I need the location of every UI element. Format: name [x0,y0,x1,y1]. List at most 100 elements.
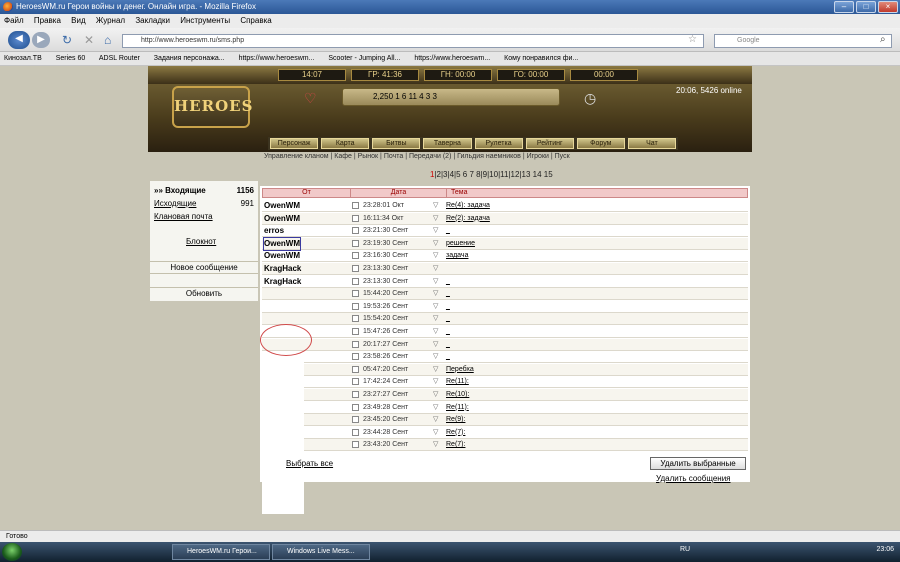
url-input[interactable]: http://www.heroeswm.ru/sms.php [122,34,704,48]
message-subject[interactable]: _ [446,288,450,300]
menu-edit[interactable]: Правка [34,16,61,25]
row-checkbox[interactable] [352,328,359,335]
row-checkbox[interactable] [352,202,359,209]
task-messenger[interactable]: Windows Live Mess... [272,544,370,560]
stop-icon[interactable]: ✕ [84,33,94,47]
language-indicator[interactable]: RU [680,546,690,553]
task-firefox[interactable]: HeroesWM.ru Герои... [172,544,270,560]
row-checkbox[interactable] [352,252,359,260]
row-checkbox[interactable] [352,428,359,436]
nav-chat[interactable]: Чат [627,138,676,149]
row-checkbox[interactable] [352,265,359,272]
reload-icon[interactable]: ↻ [62,33,72,47]
bookmark-item[interactable]: Кому понравился фи... [504,55,578,62]
bookmark-item[interactable]: https://www.heroeswm... [414,55,490,62]
nav-character[interactable]: Персонаж [270,138,319,149]
clock-icon[interactable]: ◷ [584,90,596,107]
nav-battles[interactable]: Битвы [372,138,421,149]
message-subject[interactable]: Re(7): [446,427,465,439]
message-subject[interactable]: Re(11): [446,376,469,388]
new-message-button[interactable]: Новое сообщение [150,261,258,273]
message-subject[interactable]: _ [446,326,450,338]
nav-tavern[interactable]: Таверна [423,138,472,149]
message-subject[interactable]: _ [446,225,450,237]
sender[interactable]: erros [264,225,284,237]
close-button[interactable]: × [878,1,898,13]
menu-view[interactable]: Вид [71,16,85,25]
inbox-label[interactable]: »» Входящие [154,186,206,195]
sub-links[interactable]: Управление кланом | Кафе | Рынок | Почта… [264,153,684,163]
message-subject[interactable]: задача [446,250,468,262]
maximize-button[interactable]: □ [856,1,876,13]
sender[interactable]: OwenWM [264,213,300,225]
nav-roulette[interactable]: Рулетка [474,138,523,149]
row-checkbox[interactable] [352,315,359,323]
row-checkbox[interactable] [352,340,359,348]
message-subject[interactable]: _ [446,276,450,288]
sender[interactable]: KragHack [264,276,301,288]
message-subject[interactable]: Re(2): задача [446,213,490,225]
row-checkbox[interactable] [352,403,359,411]
menu-tools[interactable]: Инструменты [180,16,230,25]
row-checkbox[interactable] [352,416,359,424]
row-checkbox[interactable] [352,353,359,361]
bookmark-star-icon[interactable]: ☆ [688,34,697,45]
menu-history[interactable]: Журнал [96,16,125,25]
message-subject[interactable]: _ [446,313,450,325]
row-checkbox[interactable] [352,378,359,386]
sender[interactable]: OwenWM [264,250,300,262]
bookmark-item[interactable]: ADSL Router [99,55,140,62]
folder-clan-mail[interactable]: Клановая почта [154,211,258,223]
menu-file[interactable]: Файл [4,16,24,25]
message-subject[interactable]: Re(4): задача [446,200,490,212]
row-checkbox[interactable] [352,365,359,373]
folder-outbox[interactable]: Исходящие 991 [154,198,258,210]
row-checkbox[interactable] [352,277,359,285]
bookmark-item[interactable]: Series 60 [56,55,86,62]
nav-rating[interactable]: Рейтинг [525,138,574,149]
delete-messages-link[interactable]: Удалить сообщения [656,474,731,483]
row-checkbox[interactable] [352,290,359,298]
sender[interactable]: OwenWM [264,200,300,212]
message-subject[interactable]: решение [446,238,475,250]
bookmark-item[interactable]: https://www.heroeswm... [239,55,315,62]
delete-selected-button[interactable]: Удалить выбранные [650,457,746,470]
bookmark-item[interactable]: Scooter - Jumping All... [328,55,400,62]
nav-forum[interactable]: Форум [576,138,625,149]
search-input[interactable]: Google [714,34,892,48]
sender[interactable]: OwenWM [263,236,301,251]
row-checkbox[interactable] [352,239,359,247]
menu-bookmarks[interactable]: Закладки [135,16,170,25]
message-subject[interactable]: _ [446,351,450,363]
page-links[interactable]: |2|3|4|5 6 7 8|9|10|11|12|13 14 15 [434,170,552,179]
search-icon[interactable]: ⌕ [880,34,886,45]
row-checkbox[interactable] [352,441,359,449]
start-button[interactable] [2,543,22,561]
game-logo[interactable]: HEROES [172,86,252,128]
bookmark-item[interactable]: Задания персонажа... [154,55,225,62]
message-subject[interactable]: Re(9): [446,414,465,426]
pagination[interactable]: 1|2|3|4|5 6 7 8|9|10|11|12|13 14 15 [430,170,553,179]
message-subject[interactable]: Re(7): [446,439,465,451]
message-subject[interactable]: Перебха [446,364,474,376]
home-icon[interactable]: ⌂ [104,33,111,47]
message-subject[interactable]: Re(10): [446,389,469,401]
row-checkbox[interactable] [352,227,359,235]
folder-inbox[interactable]: »» Входящие 1156 [154,185,258,197]
sender[interactable]: KragHack [264,263,301,275]
minimize-button[interactable]: – [834,1,854,13]
select-all-link[interactable]: Выбрать все [286,459,333,468]
nav-map[interactable]: Карта [321,138,370,149]
outbox-label[interactable]: Исходящие [154,199,196,208]
message-subject[interactable]: Re(11): [446,402,469,414]
row-checkbox[interactable] [352,302,359,310]
refresh-button[interactable]: Обновить [150,287,258,299]
heart-icon[interactable]: ♡ [304,90,317,107]
menu-help[interactable]: Справка [240,16,271,25]
message-subject[interactable]: _ [446,301,450,313]
back-icon[interactable]: ◀ [8,31,30,49]
bookmark-item[interactable]: Кинозал.ТВ [4,55,42,62]
forward-icon[interactable]: ▶ [32,32,50,48]
message-subject[interactable]: _ [446,339,450,351]
row-checkbox[interactable] [352,391,359,398]
